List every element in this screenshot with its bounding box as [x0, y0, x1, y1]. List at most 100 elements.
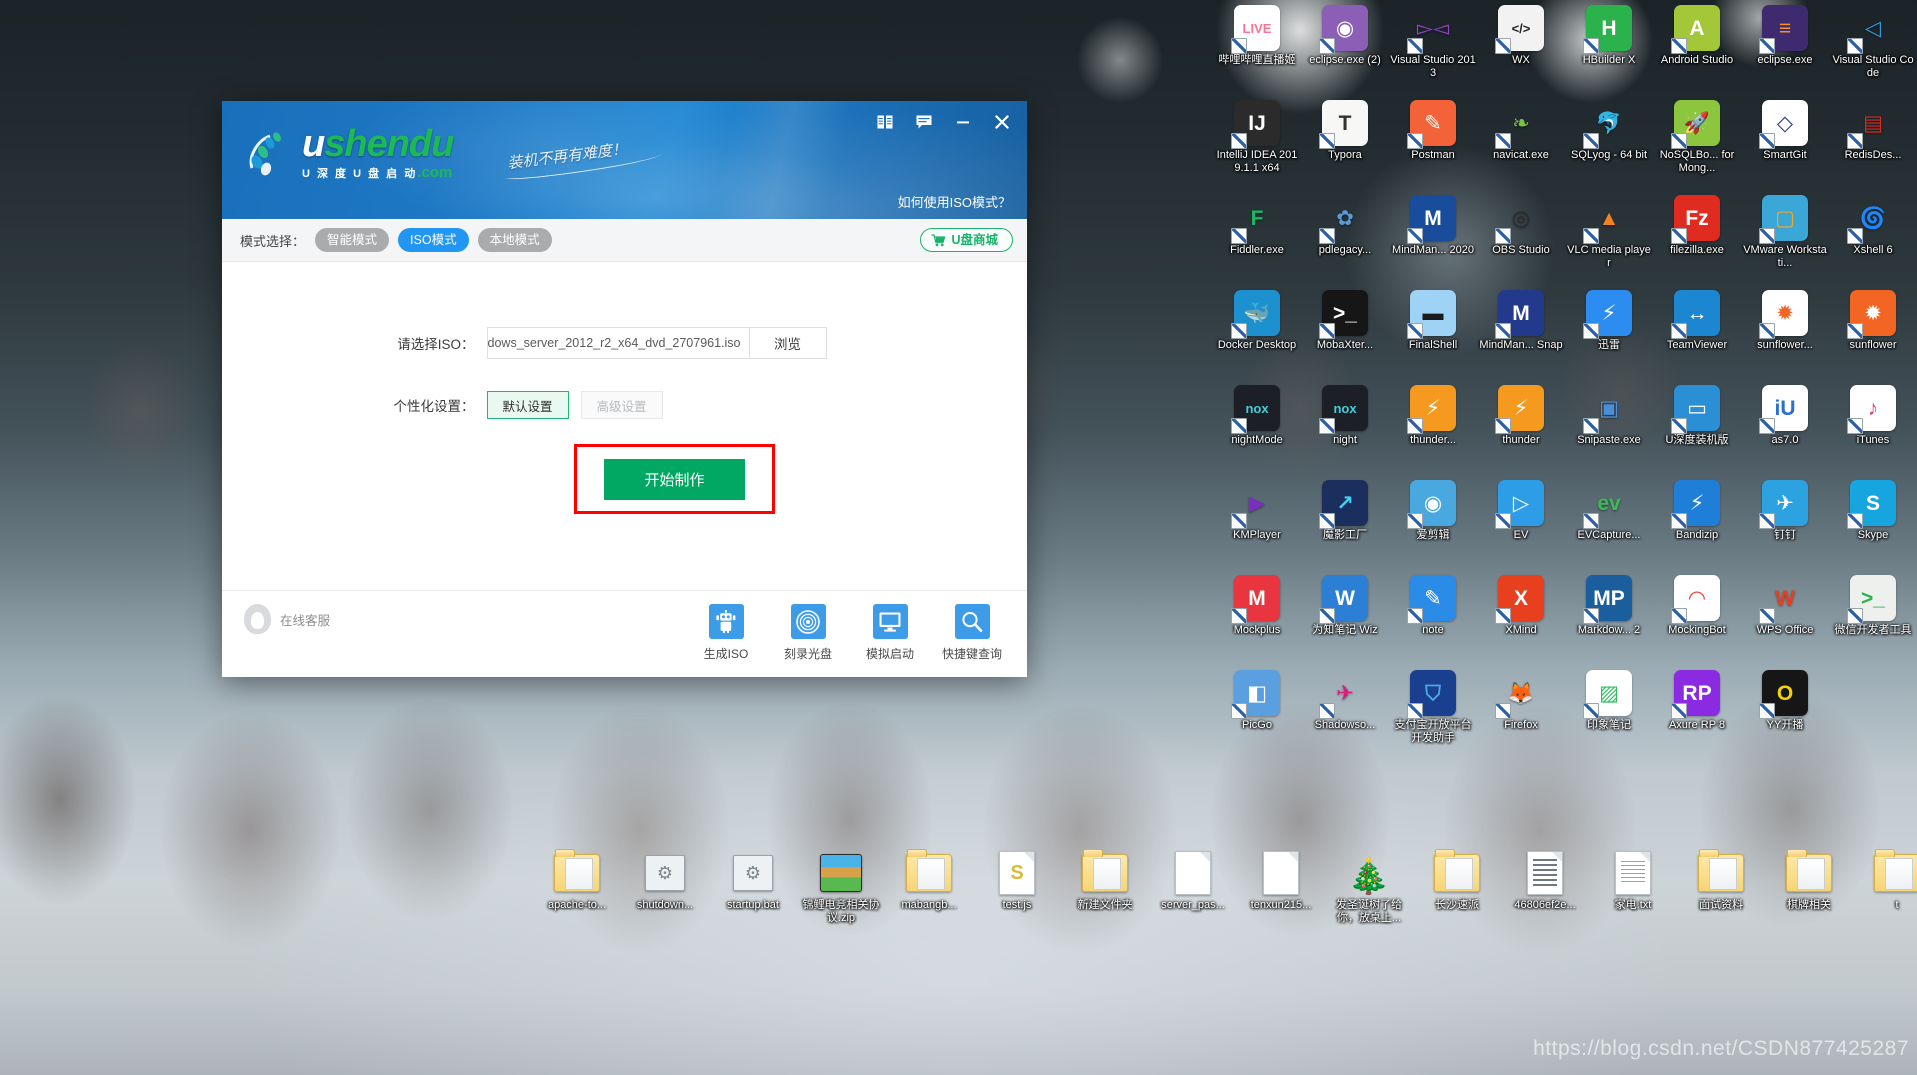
desktop-icon[interactable]: ▻◅ Visual Studio 2013: [1389, 0, 1477, 95]
desktop-icon[interactable]: Fz filezilla.exe: [1653, 190, 1741, 285]
desktop-icon[interactable]: ▶ KMPlayer: [1213, 475, 1301, 570]
desktop-icon[interactable]: ◉ eclipse.exe (2): [1301, 0, 1389, 95]
feedback-icon[interactable]: [913, 111, 935, 133]
desktop-icon[interactable]: ✹ sunflower: [1829, 285, 1917, 380]
desktop-icon[interactable]: S Skype: [1829, 475, 1917, 570]
desktop-icon[interactable]: ▭ U深度装机版: [1653, 380, 1741, 475]
desktop-icon[interactable]: >_ 微信开发者工具: [1829, 570, 1917, 665]
desktop-icon[interactable]: ▨ 印象笔记: [1565, 665, 1653, 760]
advanced-settings-button[interactable]: 高级设置: [580, 391, 663, 419]
online-service-link[interactable]: 在线客服: [244, 604, 330, 634]
desktop-icon[interactable]: 🌀 Xshell 6: [1829, 190, 1917, 285]
desktop-icon[interactable]: IJ IntelliJ IDEA 2019.1.1 x64: [1213, 95, 1301, 190]
desktop-icon[interactable]: ❧ navicat.exe: [1477, 95, 1565, 190]
desktop-icon[interactable]: 🐳 Docker Desktop: [1213, 285, 1301, 380]
desktop-icon[interactable]: nox nightMode: [1213, 380, 1301, 475]
desktop-icon[interactable]: 🦊 Firefox: [1477, 665, 1565, 760]
desktop-file-icon[interactable]: ⚙ shutdown...: [621, 845, 709, 945]
desktop-icon[interactable]: W 为知笔记 Wiz: [1301, 570, 1389, 665]
desktop-icon[interactable]: W WPS Office: [1741, 570, 1829, 665]
desktop-icon[interactable]: ▤ RedisDes...: [1829, 95, 1917, 190]
desktop-file-icon[interactable]: 棋牌相关: [1765, 845, 1853, 945]
desktop-icon[interactable]: ◠ MockingBot: [1653, 570, 1741, 665]
tool-burn-disc[interactable]: 刻录光盘: [781, 604, 835, 662]
desktop-icon[interactable]: ⚡ Bandizip: [1653, 475, 1741, 570]
desktop-icon[interactable]: F Fiddler.exe: [1213, 190, 1301, 285]
desktop-file-icon[interactable]: 新建文件夹: [1061, 845, 1149, 945]
desktop-icon[interactable]: </> WX: [1477, 0, 1565, 95]
desktop-icon[interactable]: ↗ 魔影工厂: [1301, 475, 1389, 570]
tool-simulate-boot[interactable]: 模拟启动: [863, 604, 917, 662]
desktop-icon[interactable]: ⚡ thunder: [1477, 380, 1565, 475]
desktop-icon[interactable]: A Android Studio: [1653, 0, 1741, 95]
desktop-icon[interactable]: ▣ Snipaste.exe: [1565, 380, 1653, 475]
desktop-icon[interactable]: M MindMan... Snap: [1477, 285, 1565, 380]
desktop-icon[interactable]: O YY开播: [1741, 665, 1829, 760]
desktop-file-icon[interactable]: Stest.js: [973, 845, 1061, 945]
desktop-icon[interactable]: ◉ 爱剪辑: [1389, 475, 1477, 570]
help-docs-icon[interactable]: [874, 111, 896, 133]
desktop-icon[interactable]: ◁ Visual Studio Code: [1829, 0, 1917, 95]
desktop-icon[interactable]: nox night: [1301, 380, 1389, 475]
desktop-file-icon[interactable]: ⚙ startup.bat: [709, 845, 797, 945]
how-to-use-iso-link[interactable]: 如何使用ISO模式？: [898, 192, 1011, 211]
start-make-button[interactable]: 开始制作: [604, 458, 745, 500]
desktop-icon[interactable]: ▬ FinalShell: [1389, 285, 1477, 380]
desktop-file-icon[interactable]: 锦鲤电竞相关协议.zip: [797, 845, 885, 945]
desktop-icon[interactable]: ✿ pdlegacy...: [1301, 190, 1389, 285]
mindmanager-icon: M: [1407, 195, 1456, 244]
tab-iso-mode[interactable]: ISO模式: [398, 228, 469, 252]
tab-smart-mode[interactable]: 智能模式: [315, 228, 390, 252]
desktop-file-icon[interactable]: 长沙速派: [1413, 845, 1501, 945]
desktop-icon[interactable]: ↔ TeamViewer: [1653, 285, 1741, 380]
tool-generate-iso[interactable]: 生成ISO: [699, 604, 753, 662]
tool-hotkey-query[interactable]: 快捷键查询: [942, 604, 1002, 662]
desktop-icon[interactable]: M Mockplus: [1213, 570, 1301, 665]
desktop-icon[interactable]: ◎ OBS Studio: [1477, 190, 1565, 285]
default-settings-button[interactable]: 默认设置: [486, 391, 569, 419]
desktop-icon[interactable]: ♪ iTunes: [1829, 380, 1917, 475]
desktop-icon[interactable]: ⚡ thunder...: [1389, 380, 1477, 475]
desktop-icon[interactable]: ◇ SmartGit: [1741, 95, 1829, 190]
desktop-icon[interactable]: H HBuilder X: [1565, 0, 1653, 95]
iso-path-input[interactable]: ndows_server_2012_r2_x64_dvd_2707961.iso: [486, 327, 749, 359]
desktop-icon[interactable]: RP Axure RP 8: [1653, 665, 1741, 760]
close-button[interactable]: [991, 111, 1013, 133]
desktop-icon[interactable]: ✈ Shadowso...: [1301, 665, 1389, 760]
desktop-icon[interactable]: ✈ 钉钉: [1741, 475, 1829, 570]
tab-local-mode[interactable]: 本地模式: [477, 228, 552, 252]
desktop-file-icon[interactable]: 🎄 发圣诞树了给你，放桌上...: [1325, 845, 1413, 945]
usb-shop-button[interactable]: U盘商城: [920, 228, 1013, 252]
desktop-icon[interactable]: 🐬 SQLyog - 64 bit: [1565, 95, 1653, 190]
desktop-icon[interactable]: MP Markdow... 2: [1565, 570, 1653, 665]
desktop-file-icon[interactable]: t: [1853, 845, 1917, 945]
desktop-icon[interactable]: M MindMan... 2020: [1389, 190, 1477, 285]
desktop-icon[interactable]: ▲ VLC media player: [1565, 190, 1653, 285]
folder-icon: [906, 849, 952, 896]
desktop-icon[interactable]: ✎ note: [1389, 570, 1477, 665]
desktop-icon[interactable]: >_ MobaXter...: [1301, 285, 1389, 380]
desktop-file-icon[interactable]: apache-to...: [533, 845, 621, 945]
desktop-icon[interactable]: ◧ PicGo: [1213, 665, 1301, 760]
desktop-file-icon[interactable]: 46806ef2e...: [1501, 845, 1589, 945]
desktop-icon[interactable]: ▢ VMware Workstati...: [1741, 190, 1829, 285]
desktop-file-icon[interactable]: server_pas...: [1149, 845, 1237, 945]
desktop-file-icon[interactable]: mabangb...: [885, 845, 973, 945]
desktop-file-icon[interactable]: 家电.txt: [1589, 845, 1677, 945]
browse-button[interactable]: 浏览: [748, 327, 827, 359]
desktop-icon[interactable]: 🚀 NoSQLBo... for Mong...: [1653, 95, 1741, 190]
desktop-icon[interactable]: ev EVCapture...: [1565, 475, 1653, 570]
desktop-icon[interactable]: X XMind: [1477, 570, 1565, 665]
minimize-button[interactable]: [952, 111, 974, 133]
desktop-icon[interactable]: iU as7.0: [1741, 380, 1829, 475]
desktop-icon[interactable]: LIVE 哔哩哔哩直播姬: [1213, 0, 1301, 95]
desktop-icon[interactable]: ⚡ 迅雷: [1565, 285, 1653, 380]
desktop-icon[interactable]: T Typora: [1301, 95, 1389, 190]
desktop-file-icon[interactable]: tenxun215...: [1237, 845, 1325, 945]
desktop-icon[interactable]: ▷ EV: [1477, 475, 1565, 570]
desktop-icon[interactable]: ✎ Postman: [1389, 95, 1477, 190]
desktop-icon[interactable]: ✹ sunflower...: [1741, 285, 1829, 380]
desktop-file-icon[interactable]: 面试资料: [1677, 845, 1765, 945]
desktop-icon[interactable]: ≡ eclipse.exe: [1741, 0, 1829, 95]
desktop-icon[interactable]: ⛉ 支付宝开放平台开发助手: [1389, 665, 1477, 760]
